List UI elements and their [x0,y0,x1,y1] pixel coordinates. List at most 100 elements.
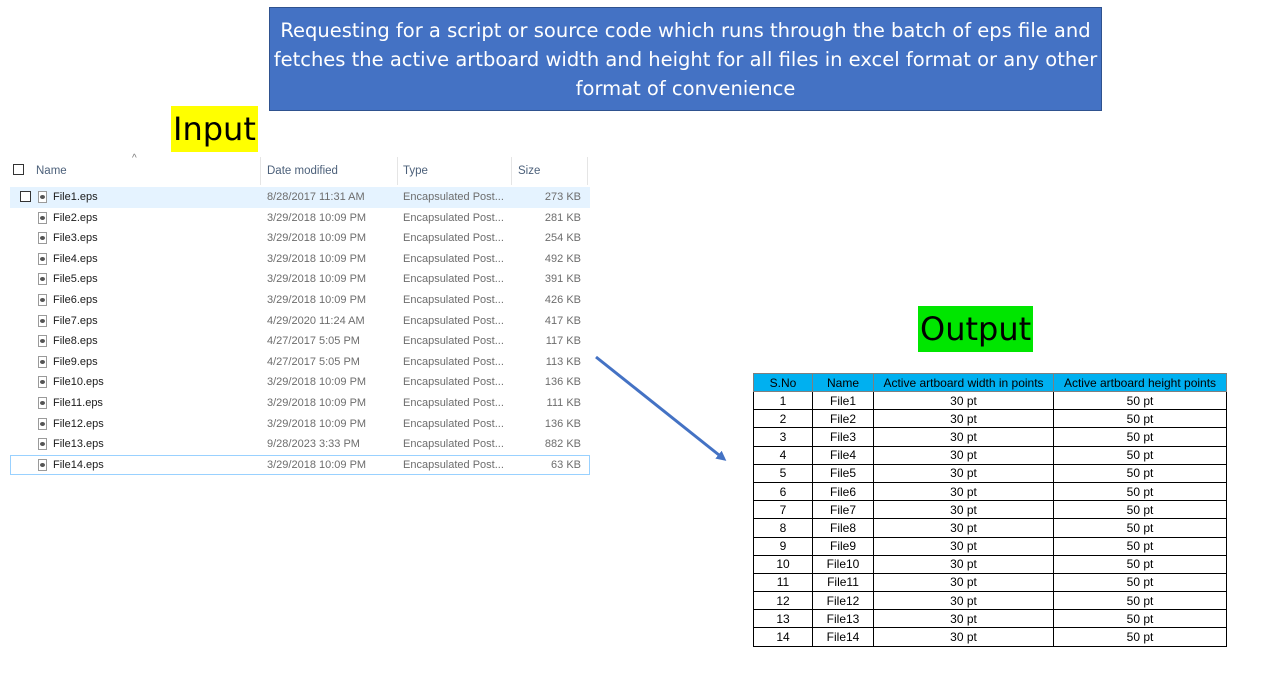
file-type: Encapsulated Post... [403,211,504,224]
cell-width: 30 pt [873,609,1054,629]
file-type: Encapsulated Post... [403,335,504,348]
column-header-date[interactable]: Date modified [267,155,338,187]
cell-height: 50 pt [1053,446,1227,465]
file-date: 3/29/2018 10:09 PM [267,293,367,306]
select-all-checkbox[interactable] [13,164,24,175]
cell-sno: 1 [753,391,813,411]
column-header-size[interactable]: Size [518,155,540,187]
cell-width: 30 pt [873,464,1054,483]
cell-width: 30 pt [873,391,1054,411]
file-date: 3/29/2018 10:09 PM [267,211,367,224]
file-row[interactable]: File14.eps 3/29/2018 10:09 PM Encapsulated… [10,454,590,476]
cell-name: File1 [812,391,874,411]
file-type: Encapsulated Post... [403,273,504,286]
cell-height: 50 pt [1053,409,1227,429]
column-header-row: Name ^ Date modified Type Size [10,153,590,187]
file-row[interactable]: File6.eps 3/29/2018 10:09 PM Encapsulated … [10,290,590,311]
file-type: Encapsulated Post... [403,458,504,471]
file-name: File11.eps [53,396,103,409]
file-row[interactable]: File10.eps 3/29/2018 10:09 PM Encapsulated… [10,372,590,393]
cell-height: 50 pt [1053,391,1227,411]
column-divider[interactable] [397,157,398,185]
column-divider[interactable] [260,157,261,185]
file-row[interactable]: File12.eps 3/29/2018 10:09 PM Encapsulated… [10,414,590,435]
file-date: 8/28/2017 11:31 AM [267,191,365,203]
table-header-row: S.No Name Active artboard width in point… [753,373,1227,392]
file-row[interactable]: File9.eps 4/27/2017 5:05 PM Encapsulated P… [10,352,590,373]
cell-width: 30 pt [873,482,1054,502]
column-header-name[interactable]: Name [36,155,67,187]
table-row: 11 File11 30 pt 50 pt [753,573,1227,593]
file-size: 426 KB [544,293,581,306]
cell-width: 30 pt [873,555,1054,574]
table-row: 8 File8 30 pt 50 pt [753,518,1227,538]
cell-name: File6 [812,482,874,502]
file-size: 113 KB [545,355,581,368]
cell-name: File7 [812,500,874,520]
file-date: 4/27/2017 5:05 PM [267,355,360,368]
cell-sno: 4 [753,446,813,465]
cell-width: 30 pt [873,627,1054,647]
file-row[interactable]: File2.eps 3/29/2018 10:09 PM Encapsulated … [10,208,590,229]
cell-width: 30 pt [873,500,1054,520]
cell-sno: 11 [753,573,813,593]
file-row[interactable]: File7.eps 4/29/2020 11:24 AM Encapsulated … [10,311,590,332]
sort-ascending-icon: ^ [132,153,137,164]
file-row[interactable]: File4.eps 3/29/2018 10:09 PM Encapsulated … [10,249,590,270]
header-height: Active artboard height points [1053,373,1227,392]
row-checkbox[interactable] [20,191,31,202]
file-name: File1.eps [53,191,98,203]
table-row: 14 File14 30 pt 50 pt [753,627,1227,647]
cell-height: 50 pt [1053,573,1227,593]
table-row: 13 File13 30 pt 50 pt [753,609,1227,629]
cell-sno: 8 [753,518,813,538]
file-type: Encapsulated Post... [403,438,504,451]
eps-file-icon [38,417,47,430]
cell-height: 50 pt [1053,555,1227,574]
column-divider[interactable] [511,157,512,185]
file-name: File4.eps [53,252,98,265]
cell-width: 30 pt [873,591,1054,611]
cell-height: 50 pt [1053,464,1227,483]
file-row[interactable]: File11.eps 3/29/2018 10:09 PM Encapsulated… [10,393,590,414]
cell-width: 30 pt [873,518,1054,538]
file-date: 3/29/2018 10:09 PM [267,458,367,471]
file-row[interactable]: File13.eps 9/28/2023 3:33 PM Encapsulated … [10,434,590,455]
output-table: S.No Name Active artboard width in point… [753,373,1227,647]
file-row[interactable]: File5.eps 3/29/2018 10:09 PM Encapsulated … [10,269,590,290]
cell-sno: 13 [753,609,813,629]
file-size: 136 KB [544,376,581,389]
table-row: 7 File7 30 pt 50 pt [753,500,1227,520]
cell-width: 30 pt [873,573,1054,593]
header-name: Name [812,373,874,392]
cell-name: File4 [812,446,874,465]
file-size: 882 KB [544,438,581,451]
eps-file-icon [38,335,47,348]
cell-sno: 2 [753,409,813,429]
eps-file-icon [38,376,47,389]
file-size: 417 KB [544,314,581,327]
eps-file-icon [38,211,47,224]
file-name: File5.eps [53,273,98,286]
cell-sno: 10 [753,555,813,574]
cell-height: 50 pt [1053,627,1227,647]
file-row[interactable]: File3.eps 3/29/2018 10:09 PM Encapsulated … [10,228,590,249]
file-row[interactable]: File8.eps 4/27/2017 5:05 PM Encapsulated P… [10,331,590,352]
file-name: File6.eps [53,293,98,306]
table-row: 4 File4 30 pt 50 pt [753,446,1227,465]
cell-name: File9 [812,537,874,556]
file-row[interactable]: File1.eps 8/28/2017 11:31 AM Encapsulated … [10,187,590,208]
table-row: 5 File5 30 pt 50 pt [753,464,1227,483]
column-divider[interactable] [587,157,588,185]
file-date: 9/28/2023 3:33 PM [267,438,360,451]
eps-file-icon [38,191,47,203]
cell-sno: 9 [753,537,813,556]
cell-name: File2 [812,409,874,429]
file-type: Encapsulated Post... [403,293,504,306]
arrow-line [595,355,727,461]
cell-name: File12 [812,591,874,611]
column-header-type[interactable]: Type [403,155,428,187]
file-explorer-list: Name ^ Date modified Type Size File1.eps… [10,153,590,476]
cell-name: File5 [812,464,874,483]
eps-file-icon [38,396,47,409]
